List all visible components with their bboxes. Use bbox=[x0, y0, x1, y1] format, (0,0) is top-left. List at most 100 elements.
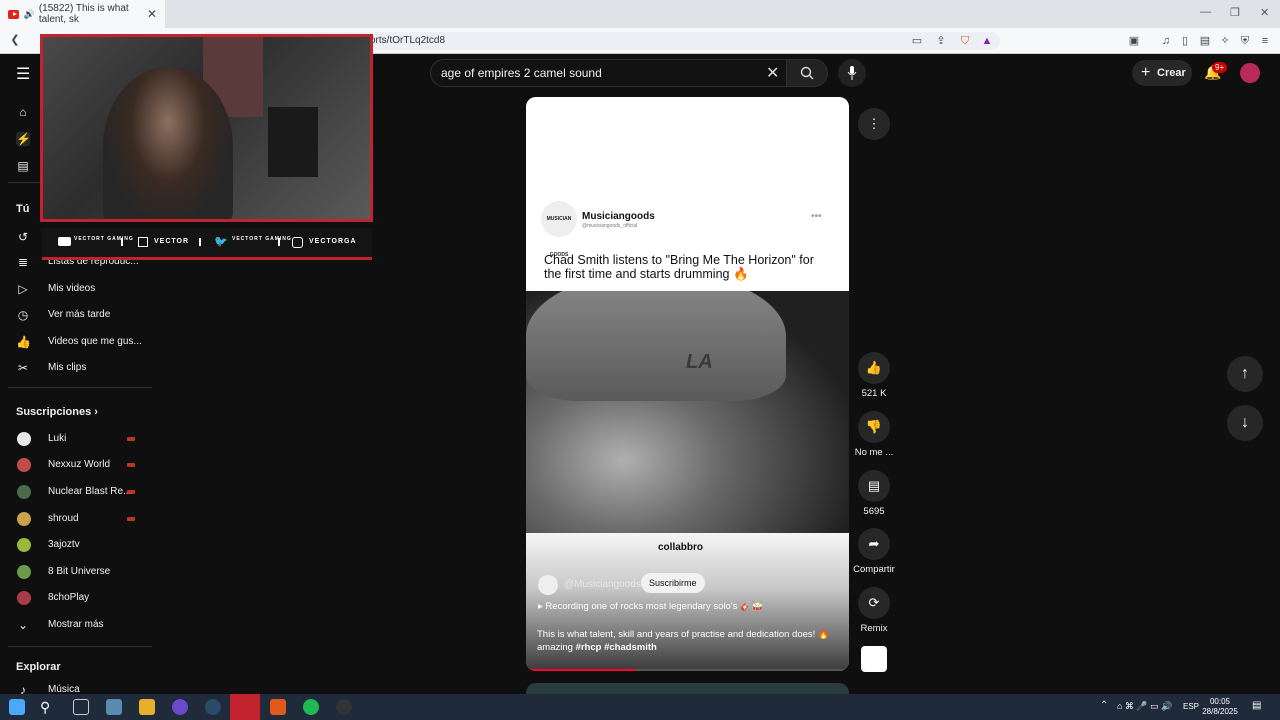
channel-name: Nexxuz World bbox=[48, 459, 111, 470]
subscriptions-title[interactable]: Suscripciones › bbox=[16, 406, 98, 418]
home-icon[interactable]: ⌂ bbox=[16, 105, 30, 119]
minimize-icon[interactable]: — bbox=[1200, 6, 1211, 18]
tray-chevron-icon[interactable]: ⌃ bbox=[1100, 700, 1108, 711]
chevron-right-icon: › bbox=[94, 406, 98, 418]
arrow-down-icon: ↓ bbox=[1241, 414, 1249, 431]
search-button[interactable] bbox=[786, 59, 828, 87]
share-page-icon[interactable]: ⇪ bbox=[934, 34, 948, 48]
browser-tab[interactable]: 🔊 (15822) This is what talent, sk ✕ bbox=[0, 0, 165, 28]
separator bbox=[121, 238, 123, 246]
shorts-icon[interactable]: ⚡ bbox=[16, 132, 31, 146]
hamburger-menu-icon[interactable]: ☰ bbox=[16, 64, 32, 84]
windows-taskbar: ⚲ ⌃ ⌂ ⌘ 🎤 ▭ 🔊 ESP 00:05 28/8/2025 ▤ bbox=[0, 694, 1280, 720]
sidebar-item-label: Mis clips bbox=[48, 362, 87, 373]
app-icon[interactable] bbox=[336, 699, 352, 715]
sound-thumbnail[interactable] bbox=[861, 646, 887, 672]
like-count: 521 K bbox=[861, 388, 887, 399]
sidebar-item-liked-videos[interactable]: 👍 Videos que me gus... bbox=[0, 330, 153, 354]
restore-icon[interactable]: ❐ bbox=[1230, 6, 1240, 19]
channel-name[interactable]: @Musiciangoods bbox=[564, 579, 641, 590]
sidebar-item-clips[interactable]: ✂ Mis clips bbox=[0, 356, 153, 380]
sidebar-item-label: Ver más tarde bbox=[48, 309, 111, 320]
share-button[interactable]: ➦ bbox=[858, 528, 890, 560]
spotify-icon[interactable] bbox=[303, 699, 319, 715]
youtube-icon bbox=[58, 237, 71, 246]
you-section-title[interactable]: Tú bbox=[16, 203, 29, 215]
cap-image bbox=[526, 291, 786, 401]
show-more-label: Mostrar más bbox=[48, 619, 104, 630]
subscription-item[interactable]: 8 Bit Universe bbox=[0, 560, 153, 584]
obs-active-icon[interactable] bbox=[230, 694, 260, 720]
menu-icon[interactable]: ≡ bbox=[1258, 34, 1272, 48]
search-icon[interactable]: ⚲ bbox=[40, 699, 56, 715]
rewards-icon[interactable]: ▲ bbox=[980, 34, 994, 48]
short-video-player[interactable]: MUSICIAN GOODS Musiciangoods @musiciango… bbox=[526, 97, 849, 671]
channel-name: Nuclear Blast Re... bbox=[48, 486, 132, 497]
thumbs-up-icon: 👍 bbox=[16, 335, 31, 349]
like-button[interactable]: 👍 bbox=[858, 352, 890, 384]
tab-search-icon[interactable]: ▣ bbox=[1127, 34, 1141, 48]
hashtags[interactable]: #rhcp #chadsmith bbox=[576, 642, 657, 653]
dislike-button[interactable]: 👎 bbox=[858, 411, 890, 443]
history-icon[interactable]: ↺ bbox=[16, 230, 30, 244]
twitch-icon bbox=[138, 237, 148, 247]
clock[interactable]: 00:05 28/8/2025 bbox=[1200, 697, 1240, 717]
steam-icon[interactable] bbox=[205, 699, 221, 715]
sidebar-toggle-icon[interactable]: ▯ bbox=[1178, 34, 1192, 48]
subscription-item[interactable]: shroud bbox=[0, 507, 153, 531]
video-progress-bar[interactable] bbox=[526, 669, 849, 671]
app-icon[interactable] bbox=[106, 699, 122, 715]
tab-close-icon[interactable]: ✕ bbox=[147, 7, 157, 21]
channel-avatar bbox=[17, 458, 31, 472]
tray-icons[interactable]: ⌂ ⌘ 🎤 ▭ 🔊 bbox=[1117, 701, 1172, 712]
sidebar-item-my-videos[interactable]: ▷ Mis videos bbox=[0, 277, 153, 301]
microphone-icon bbox=[847, 66, 857, 80]
live-indicator-icon bbox=[127, 463, 135, 467]
browser-tab-bar: 🔊 (15822) This is what talent, sk ✕ — ❐ … bbox=[0, 0, 1280, 28]
show-more-button[interactable]: ⌄ Mostrar más bbox=[0, 613, 153, 637]
subscription-item[interactable]: 3ajoztv bbox=[0, 533, 153, 557]
social-handle: VECTOR bbox=[154, 238, 190, 245]
channel-name: 8 Bit Universe bbox=[48, 566, 111, 577]
sidebar-item-watch-later[interactable]: ◷ Ver más tarde bbox=[0, 303, 153, 327]
search-input[interactable]: age of empires 2 camel sound bbox=[430, 59, 790, 87]
window-close-icon[interactable]: ✕ bbox=[1260, 6, 1269, 19]
subscription-item[interactable]: Nuclear Blast Re... bbox=[0, 480, 153, 504]
comments-button[interactable]: ▤ bbox=[858, 470, 890, 502]
language-indicator[interactable]: ESP bbox=[1183, 702, 1199, 711]
windows-start-icon[interactable] bbox=[9, 699, 25, 715]
file-explorer-icon[interactable] bbox=[139, 699, 155, 715]
task-view-icon[interactable] bbox=[73, 699, 89, 715]
subscribe-button[interactable]: Suscribirme bbox=[641, 573, 705, 593]
subscription-item[interactable]: 8choPlay bbox=[0, 586, 153, 610]
music-note-icon[interactable]: ♫ bbox=[1159, 34, 1173, 48]
wallet-icon[interactable]: ▤ bbox=[1198, 34, 1212, 48]
notifications-icon[interactable]: ▤ bbox=[1252, 700, 1261, 711]
comment-icon: ▤ bbox=[867, 478, 881, 493]
vpn-icon[interactable]: ⛨ bbox=[1238, 34, 1252, 48]
subscriptions-icon[interactable]: ▤ bbox=[16, 159, 30, 173]
cast-icon[interactable]: ▭ bbox=[910, 34, 924, 48]
previous-short-button[interactable]: ↑ bbox=[1227, 356, 1263, 392]
create-button[interactable]: + Crear bbox=[1132, 60, 1192, 86]
leo-ai-icon[interactable]: ✧ bbox=[1218, 34, 1232, 48]
remix-button[interactable]: ⟳ bbox=[858, 587, 890, 619]
tab-title: (15822) This is what talent, sk bbox=[38, 3, 129, 25]
channel-avatar[interactable] bbox=[538, 575, 558, 595]
voice-search-button[interactable] bbox=[838, 59, 866, 87]
subscription-item[interactable]: Luki bbox=[0, 427, 153, 451]
account-avatar[interactable] bbox=[1240, 63, 1260, 83]
brave-browser-icon[interactable] bbox=[270, 699, 286, 715]
music-line[interactable]: ▸ Recording one of rocks most legendary … bbox=[538, 601, 764, 612]
clear-search-icon[interactable]: ✕ bbox=[766, 63, 779, 83]
more-options-button[interactable]: ⋮ bbox=[858, 108, 890, 140]
subscription-item[interactable]: Nexxuz World bbox=[0, 453, 153, 477]
chevron-down-icon: ⌄ bbox=[17, 618, 29, 632]
back-icon[interactable]: ❮ bbox=[8, 33, 22, 47]
search-value: age of empires 2 camel sound bbox=[441, 66, 602, 80]
video-frame-image: LA bbox=[526, 291, 849, 533]
video-description[interactable]: This is what talent, skill and years of … bbox=[537, 628, 837, 654]
discord-icon[interactable] bbox=[172, 699, 188, 715]
next-short-button[interactable]: ↓ bbox=[1227, 405, 1263, 441]
brave-shield-icon[interactable]: ⛉ bbox=[958, 34, 972, 48]
